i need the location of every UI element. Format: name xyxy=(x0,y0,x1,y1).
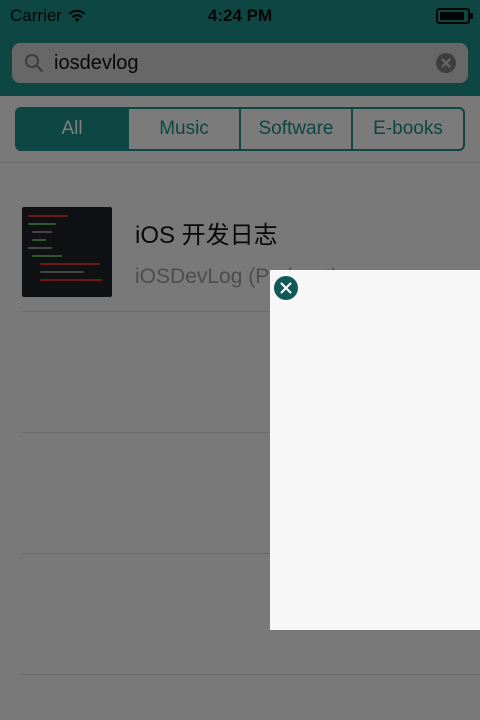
app-screen: Carrier 4:24 PM iosdevlog xyxy=(0,0,480,720)
close-icon xyxy=(280,282,292,294)
popup-panel xyxy=(270,270,480,630)
close-popup-button[interactable] xyxy=(274,276,298,300)
